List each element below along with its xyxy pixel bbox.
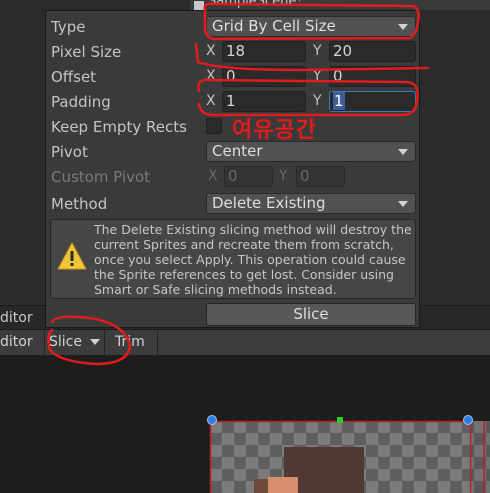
scene-tab-label: SampleScene*: [208, 0, 303, 9]
type-label: Type: [51, 18, 86, 36]
chevron-down-icon: [398, 149, 408, 155]
slice-button[interactable]: Slice: [206, 303, 416, 326]
pivot-dropdown-value: Center: [212, 142, 263, 160]
toolbar-separator: [157, 330, 158, 355]
trim-button[interactable]: Trim: [115, 334, 145, 350]
sprite-preview: [207, 415, 490, 493]
offset-x-label: X: [206, 68, 216, 84]
offset-label: Offset: [51, 68, 97, 86]
method-label: Method: [51, 195, 108, 213]
pixel-size-y-label: Y: [313, 43, 322, 59]
custom-pivot-y-label: Y: [279, 168, 288, 184]
method-dropdown-value: Delete Existing: [212, 194, 326, 212]
padding-x-field[interactable]: 1: [222, 91, 306, 112]
chevron-down-icon: [398, 24, 408, 30]
sprite-canvas[interactable]: [0, 355, 490, 493]
type-dropdown-value: Grid By Cell Size: [212, 17, 336, 35]
annotation-handwritten-note: 여유공간: [232, 118, 317, 143]
keep-empty-rects-label: Keep Empty Rects: [51, 118, 187, 136]
pivot-label: Pivot: [51, 143, 88, 161]
unity-scene-icon: [194, 1, 204, 10]
padding-label: Padding: [51, 93, 111, 111]
editor-mode-dropdown[interactable]: ditor: [0, 334, 33, 350]
padding-y-selected-text: 1: [333, 92, 345, 110]
delete-existing-warning-box: The Delete Existing slicing method will …: [50, 219, 416, 299]
pixel-size-x-field[interactable]: 18: [222, 41, 306, 62]
offset-y-field[interactable]: 0: [329, 66, 416, 87]
method-dropdown[interactable]: Delete Existing: [206, 193, 416, 214]
slice-settings-popup: Type Grid By Cell Size Pixel Size X 18 Y…: [45, 10, 420, 328]
type-dropdown[interactable]: Grid By Cell Size: [206, 16, 416, 37]
pixel-size-x-label: X: [206, 43, 216, 59]
slice-menu-button[interactable]: Slice: [49, 334, 101, 350]
scene-tab[interactable]: SampleScene*: [190, 0, 490, 10]
pivot-dropdown[interactable]: Center: [206, 141, 416, 162]
padding-y-field[interactable]: 1: [329, 91, 416, 112]
pixel-size-y-field[interactable]: 20: [329, 41, 416, 62]
custom-pivot-y-field: 0: [296, 166, 345, 187]
custom-pivot-label: Custom Pivot: [51, 168, 151, 186]
sprite-editor-toolbar: ditor Slice Trim: [0, 329, 490, 356]
padding-y-label: Y: [313, 93, 322, 109]
custom-pivot-x-label: X: [208, 168, 218, 184]
keep-empty-rects-checkbox[interactable]: [206, 118, 222, 134]
custom-pivot-x-field: 0: [224, 166, 273, 187]
pixel-size-label: Pixel Size: [51, 43, 122, 61]
padding-x-label: X: [206, 93, 216, 109]
toolbar-separator: [104, 330, 105, 355]
sprite-editor-tab-label[interactable]: ditor: [0, 310, 33, 326]
warning-message: The Delete Existing slicing method will …: [94, 222, 412, 297]
chevron-down-icon: [398, 201, 408, 207]
offset-x-field[interactable]: 0: [222, 66, 306, 87]
offset-y-label: Y: [313, 68, 322, 84]
chevron-down-icon: [90, 339, 101, 345]
toolbar-separator: [44, 330, 45, 355]
slice-menu-label: Slice: [49, 334, 82, 350]
warning-icon: [57, 242, 87, 270]
